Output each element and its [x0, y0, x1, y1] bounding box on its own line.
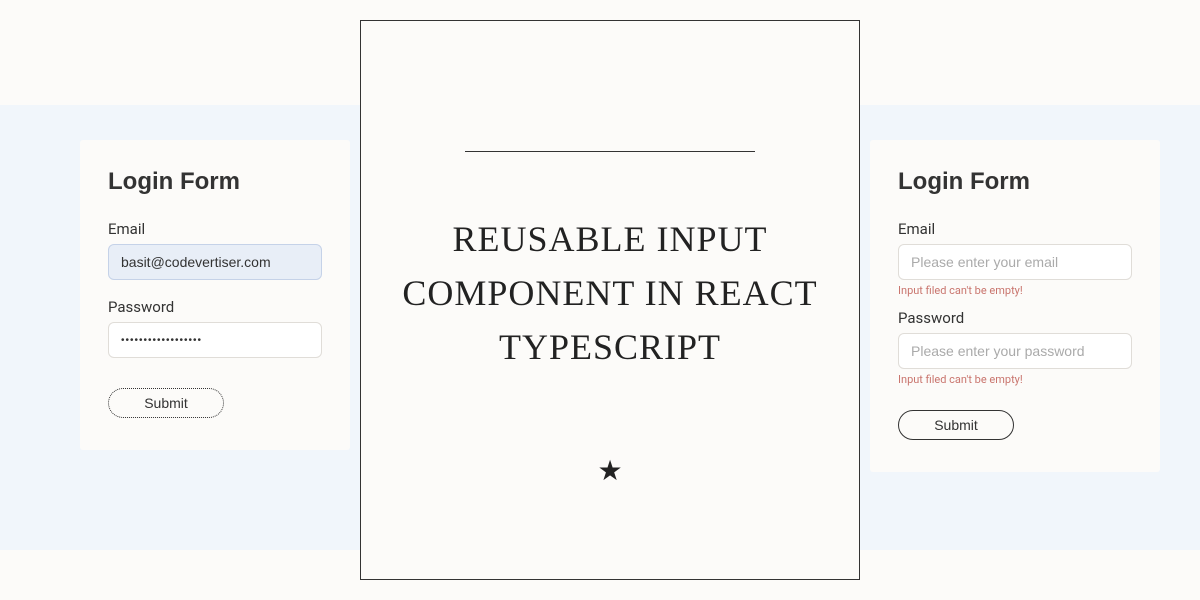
form-title: Login Form [898, 168, 1132, 196]
form-title: Login Form [108, 168, 322, 196]
email-error-message: Input filed can't be empty! [898, 284, 1132, 297]
password-label: Password [108, 298, 322, 316]
email-field[interactable] [898, 244, 1132, 280]
password-field[interactable] [108, 322, 322, 358]
main-heading: REUSABLE INPUT COMPONENT IN REACT TYPESC… [401, 212, 819, 374]
divider-line [465, 151, 755, 152]
email-label: Email [108, 220, 322, 238]
login-form-empty: Login Form Email Input filed can't be em… [870, 140, 1160, 472]
password-error-message: Input filed can't be empty! [898, 373, 1132, 386]
submit-button[interactable]: Submit [108, 388, 224, 418]
password-field[interactable] [898, 333, 1132, 369]
email-field[interactable] [108, 244, 322, 280]
email-label: Email [898, 220, 1132, 238]
login-form-filled: Login Form Email Password Submit [80, 140, 350, 450]
star-icon: ★ [597, 454, 622, 487]
submit-button[interactable]: Submit [898, 410, 1014, 440]
password-label: Password [898, 309, 1132, 327]
center-title-panel: REUSABLE INPUT COMPONENT IN REACT TYPESC… [360, 20, 860, 580]
